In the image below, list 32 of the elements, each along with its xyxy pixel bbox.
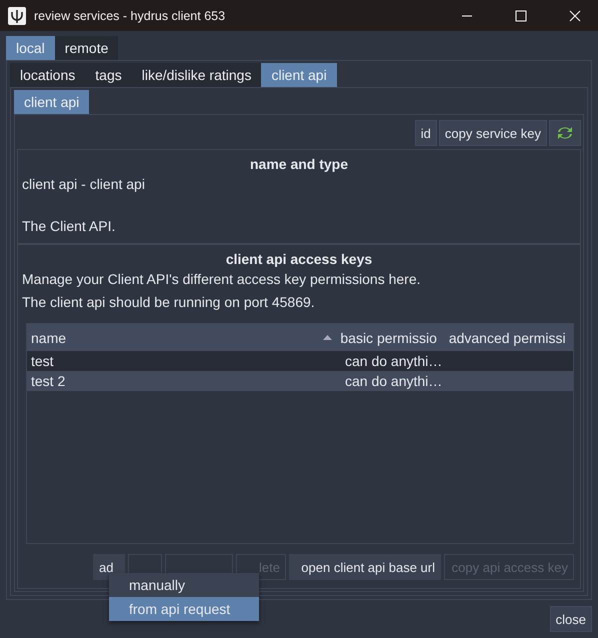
tab[interactable]: like/dislike ratings xyxy=(132,63,262,87)
table-cell-text: can do anythi… xyxy=(344,353,444,369)
section-title: name and type xyxy=(248,156,350,172)
section-title: client api access keys xyxy=(224,251,374,267)
close-icon xyxy=(569,10,581,22)
list-button[interactable]: open client api base url xyxy=(289,554,441,580)
table-row[interactable]: test can do anythi… xyxy=(27,351,573,371)
close-dialog-button[interactable]: close xyxy=(550,606,592,632)
window-title: review services - hydrus client 653 xyxy=(34,8,226,22)
table-cell-text: test 2 xyxy=(30,373,66,389)
toolbar-button[interactable]: id xyxy=(414,120,437,146)
toolbar-button[interactable]: copy service key xyxy=(438,120,547,146)
table-cell-text: can do anythi… xyxy=(344,373,444,389)
maximize-icon xyxy=(515,10,527,22)
info-text: client api - client api xyxy=(22,176,146,194)
table-cell-text: test xyxy=(30,353,55,369)
refresh-icon xyxy=(555,125,575,141)
tab[interactable]: tags xyxy=(85,63,132,87)
refresh-button[interactable] xyxy=(549,120,581,146)
column-header[interactable]: basic permissio xyxy=(336,330,445,346)
tab[interactable]: client api xyxy=(261,63,337,87)
tab[interactable]: remote xyxy=(54,36,118,60)
info-text: The client api should be running on port 45869. xyxy=(22,294,316,312)
tab[interactable]: local xyxy=(6,36,55,60)
tab[interactable]: locations xyxy=(10,63,86,87)
info-text: The Client API. xyxy=(22,218,116,236)
info-text: Manage your Client API's different access key permissions here. xyxy=(22,271,422,289)
app-icon xyxy=(8,6,26,24)
tab[interactable]: client api xyxy=(14,90,90,114)
column-header[interactable]: name xyxy=(27,330,336,346)
table-row[interactable]: test 2 can do anythi… xyxy=(27,371,573,391)
column-header[interactable]: advanced permissi xyxy=(444,330,573,346)
